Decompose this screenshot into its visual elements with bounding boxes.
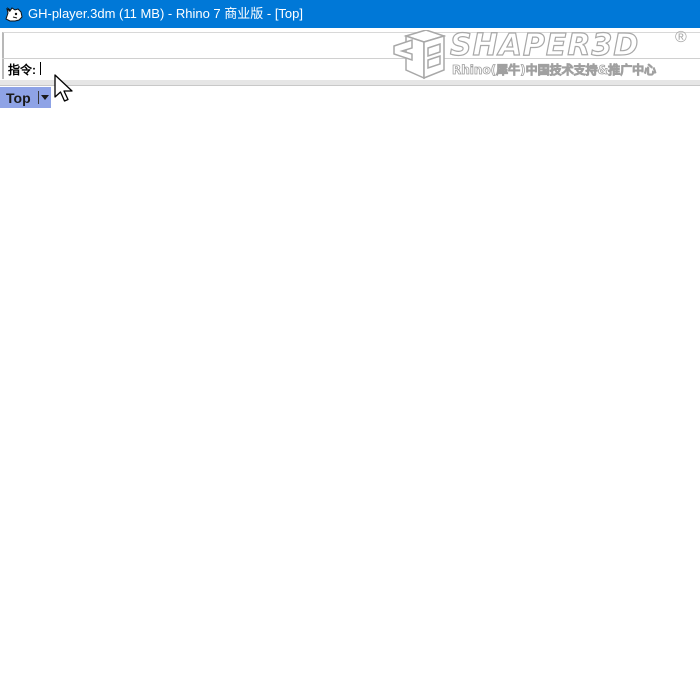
command-prompt-label: 指令:: [8, 63, 36, 77]
title-bar[interactable]: GH-player.3dm (11 MB) - Rhino 7 商业版 - [T…: [0, 0, 700, 28]
viewport-tab-label: Top: [6, 90, 31, 106]
watermark-brand: SHAPER3D: [449, 28, 640, 63]
cube-logo-icon: [393, 30, 446, 80]
tab-divider: [38, 91, 39, 104]
text-caret: [40, 62, 41, 75]
viewport-top[interactable]: [0, 108, 700, 700]
registered-mark: ®: [675, 29, 687, 46]
rhino-icon[interactable]: [4, 4, 24, 24]
shaper3d-watermark: SHAPER3D ® Rhino(犀牛)中国技术支持&推广中心: [392, 28, 698, 80]
panel-separator[interactable]: [0, 80, 700, 86]
viewport-tab-top[interactable]: Top: [0, 87, 51, 108]
mouse-cursor-icon: [54, 74, 73, 102]
window-title: GH-player.3dm (11 MB) - Rhino 7 商业版 - [T…: [28, 6, 304, 21]
watermark-subtitle: Rhino(犀牛)中国技术支持&推广中心: [452, 63, 657, 78]
chevron-down-icon[interactable]: [41, 95, 49, 100]
